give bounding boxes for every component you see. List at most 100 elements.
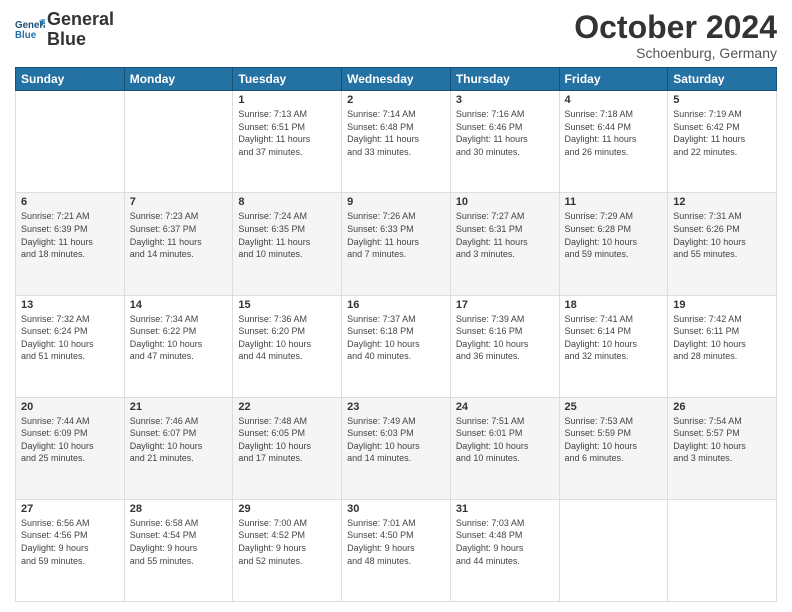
day-number: 26: [673, 401, 771, 413]
svg-text:Blue: Blue: [15, 30, 37, 41]
day-number: 21: [130, 401, 228, 413]
weekday-header-thursday: Thursday: [450, 68, 559, 91]
logo-line2: Blue: [47, 30, 114, 50]
day-info: Sunrise: 7:19 AM Sunset: 6:42 PM Dayligh…: [673, 108, 771, 158]
day-info: Sunrise: 7:36 AM Sunset: 6:20 PM Dayligh…: [238, 313, 336, 363]
calendar-cell: 20Sunrise: 7:44 AM Sunset: 6:09 PM Dayli…: [16, 397, 125, 499]
page: General Blue General Blue October 2024 S…: [0, 0, 792, 612]
day-number: 11: [565, 196, 663, 208]
day-info: Sunrise: 7:03 AM Sunset: 4:48 PM Dayligh…: [456, 517, 554, 567]
day-number: 4: [565, 94, 663, 106]
calendar-cell: 14Sunrise: 7:34 AM Sunset: 6:22 PM Dayli…: [124, 295, 233, 397]
day-number: 5: [673, 94, 771, 106]
week-row-4: 27Sunrise: 6:56 AM Sunset: 4:56 PM Dayli…: [16, 499, 777, 601]
day-info: Sunrise: 7:21 AM Sunset: 6:39 PM Dayligh…: [21, 210, 119, 260]
day-info: Sunrise: 6:58 AM Sunset: 4:54 PM Dayligh…: [130, 517, 228, 567]
day-number: 13: [21, 299, 119, 311]
day-info: Sunrise: 7:32 AM Sunset: 6:24 PM Dayligh…: [21, 313, 119, 363]
day-info: Sunrise: 7:54 AM Sunset: 5:57 PM Dayligh…: [673, 415, 771, 465]
day-info: Sunrise: 7:51 AM Sunset: 6:01 PM Dayligh…: [456, 415, 554, 465]
calendar-cell: 29 Sunrise: 7:00 AM Sunset: 4:52 PM Dayli…: [233, 499, 342, 601]
calendar-cell: 17Sunrise: 7:39 AM Sunset: 6:16 PM Dayli…: [450, 295, 559, 397]
day-info: Sunrise: 7:29 AM Sunset: 6:28 PM Dayligh…: [565, 210, 663, 260]
calendar-cell: 11 Sunrise: 7:29 AM Sunset: 6:28 PM Dayli…: [559, 193, 668, 295]
calendar-cell: 13 Sunrise: 7:32 AM Sunset: 6:24 PM Dayli…: [16, 295, 125, 397]
calendar-cell: 22 Sunrise: 7:48 AM Sunset: 6:05 PM Dayli…: [233, 397, 342, 499]
calendar-cell: 21 Sunrise: 7:46 AM Sunset: 6:07 PM Dayli…: [124, 397, 233, 499]
calendar-cell: 16Sunrise: 7:37 AM Sunset: 6:18 PM Dayli…: [342, 295, 451, 397]
day-info: Sunrise: 7:31 AM Sunset: 6:26 PM Dayligh…: [673, 210, 771, 260]
day-number: 22: [238, 401, 336, 413]
day-info: Sunrise: 7:48 AM Sunset: 6:05 PM Dayligh…: [238, 415, 336, 465]
day-info: Sunrise: 6:56 AM Sunset: 4:56 PM Dayligh…: [21, 517, 119, 567]
calendar-cell: 24 Sunrise: 7:51 AM Sunset: 6:01 PM Dayli…: [450, 397, 559, 499]
day-info: Sunrise: 7:39 AM Sunset: 6:16 PM Dayligh…: [456, 313, 554, 363]
location: Schoenburg, Germany: [574, 45, 777, 61]
day-number: 20: [21, 401, 119, 413]
calendar-cell: 2 Sunrise: 7:14 AM Sunset: 6:48 PM Daylig…: [342, 91, 451, 193]
calendar-cell: [124, 91, 233, 193]
title-area: October 2024 Schoenburg, Germany: [574, 10, 777, 61]
day-number: 8: [238, 196, 336, 208]
day-info: Sunrise: 7:26 AM Sunset: 6:33 PM Dayligh…: [347, 210, 445, 260]
calendar-cell: 26 Sunrise: 7:54 AM Sunset: 5:57 PM Dayli…: [668, 397, 777, 499]
calendar-cell: 7Sunrise: 7:23 AM Sunset: 6:37 PM Daylig…: [124, 193, 233, 295]
month-title: October 2024: [574, 10, 777, 45]
day-info: Sunrise: 7:42 AM Sunset: 6:11 PM Dayligh…: [673, 313, 771, 363]
day-number: 18: [565, 299, 663, 311]
day-number: 31: [456, 503, 554, 515]
calendar-cell: [16, 91, 125, 193]
weekday-header-sunday: Sunday: [16, 68, 125, 91]
day-number: 30: [347, 503, 445, 515]
day-info: Sunrise: 7:37 AM Sunset: 6:18 PM Dayligh…: [347, 313, 445, 363]
day-number: 29: [238, 503, 336, 515]
day-number: 2: [347, 94, 445, 106]
weekday-header-wednesday: Wednesday: [342, 68, 451, 91]
calendar-cell: 28Sunrise: 6:58 AM Sunset: 4:54 PM Dayli…: [124, 499, 233, 601]
weekday-header-saturday: Saturday: [668, 68, 777, 91]
week-row-0: 1 Sunrise: 7:13 AM Sunset: 6:51 PM Daylig…: [16, 91, 777, 193]
logo-text: General Blue: [47, 10, 114, 50]
day-info: Sunrise: 7:46 AM Sunset: 6:07 PM Dayligh…: [130, 415, 228, 465]
calendar-cell: 5 Sunrise: 7:19 AM Sunset: 6:42 PM Daylig…: [668, 91, 777, 193]
weekday-header-row: SundayMondayTuesdayWednesdayThursdayFrid…: [16, 68, 777, 91]
day-info: Sunrise: 7:41 AM Sunset: 6:14 PM Dayligh…: [565, 313, 663, 363]
day-number: 9: [347, 196, 445, 208]
header: General Blue General Blue October 2024 S…: [15, 10, 777, 61]
day-info: Sunrise: 7:24 AM Sunset: 6:35 PM Dayligh…: [238, 210, 336, 260]
day-info: Sunrise: 7:14 AM Sunset: 6:48 PM Dayligh…: [347, 108, 445, 158]
day-number: 10: [456, 196, 554, 208]
calendar-cell: 10 Sunrise: 7:27 AM Sunset: 6:31 PM Dayli…: [450, 193, 559, 295]
day-number: 15: [238, 299, 336, 311]
day-number: 3: [456, 94, 554, 106]
day-number: 1: [238, 94, 336, 106]
calendar-cell: 18 Sunrise: 7:41 AM Sunset: 6:14 PM Dayli…: [559, 295, 668, 397]
calendar-cell: 23Sunrise: 7:49 AM Sunset: 6:03 PM Dayli…: [342, 397, 451, 499]
logo-line1: General: [47, 10, 114, 30]
day-info: Sunrise: 7:27 AM Sunset: 6:31 PM Dayligh…: [456, 210, 554, 260]
logo-icon: General Blue: [15, 17, 45, 42]
calendar-cell: 9 Sunrise: 7:26 AM Sunset: 6:33 PM Daylig…: [342, 193, 451, 295]
calendar-table: SundayMondayTuesdayWednesdayThursdayFrid…: [15, 67, 777, 602]
week-row-2: 13 Sunrise: 7:32 AM Sunset: 6:24 PM Dayli…: [16, 295, 777, 397]
calendar-cell: 1 Sunrise: 7:13 AM Sunset: 6:51 PM Daylig…: [233, 91, 342, 193]
week-row-3: 20Sunrise: 7:44 AM Sunset: 6:09 PM Dayli…: [16, 397, 777, 499]
day-number: 24: [456, 401, 554, 413]
day-info: Sunrise: 7:13 AM Sunset: 6:51 PM Dayligh…: [238, 108, 336, 158]
calendar-cell: 12Sunrise: 7:31 AM Sunset: 6:26 PM Dayli…: [668, 193, 777, 295]
weekday-header-friday: Friday: [559, 68, 668, 91]
weekday-header-monday: Monday: [124, 68, 233, 91]
day-info: Sunrise: 7:49 AM Sunset: 6:03 PM Dayligh…: [347, 415, 445, 465]
day-info: Sunrise: 7:00 AM Sunset: 4:52 PM Dayligh…: [238, 517, 336, 567]
day-number: 25: [565, 401, 663, 413]
logo: General Blue General Blue: [15, 10, 114, 50]
day-number: 7: [130, 196, 228, 208]
calendar-cell: 4Sunrise: 7:18 AM Sunset: 6:44 PM Daylig…: [559, 91, 668, 193]
day-info: Sunrise: 7:01 AM Sunset: 4:50 PM Dayligh…: [347, 517, 445, 567]
calendar-cell: 25Sunrise: 7:53 AM Sunset: 5:59 PM Dayli…: [559, 397, 668, 499]
calendar-cell: 31 Sunrise: 7:03 AM Sunset: 4:48 PM Dayli…: [450, 499, 559, 601]
calendar-cell: 19Sunrise: 7:42 AM Sunset: 6:11 PM Dayli…: [668, 295, 777, 397]
calendar-cell: 27Sunrise: 6:56 AM Sunset: 4:56 PM Dayli…: [16, 499, 125, 601]
day-number: 14: [130, 299, 228, 311]
week-row-1: 6Sunrise: 7:21 AM Sunset: 6:39 PM Daylig…: [16, 193, 777, 295]
